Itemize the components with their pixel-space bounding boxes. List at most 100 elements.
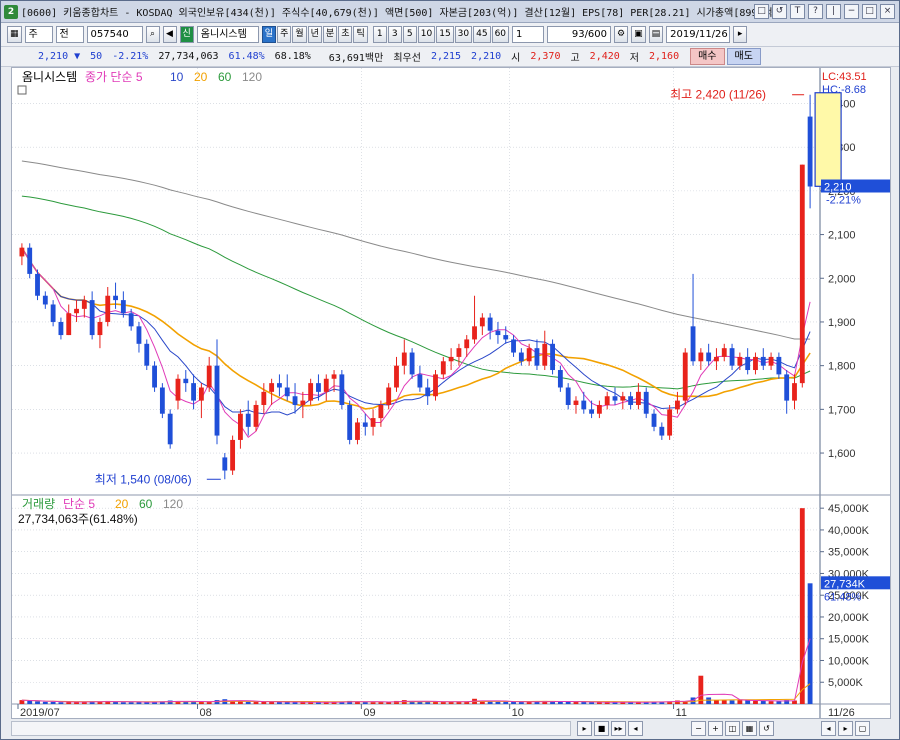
candle-body [425,387,431,397]
period-button-4[interactable]: 분 [322,26,338,43]
candle-body [277,383,282,388]
count-input[interactable]: 93/600 [547,26,612,43]
candle-body [253,404,259,427]
volume-bar [42,701,48,704]
volume-legend-item: 단순 5 [63,497,95,511]
volume-bar [760,700,766,704]
sell-button[interactable]: 매도 [726,48,761,65]
end-icon[interactable]: ▸▸ [611,721,626,736]
candle-body [120,300,126,314]
interval-button-1[interactable]: 3 [387,26,402,43]
next-icon[interactable]: ▸ [733,26,748,43]
volume-legend-item: 60 [139,497,153,511]
candle-body [487,317,493,331]
window-control-6[interactable]: □ [862,4,877,19]
candle-body [448,356,454,362]
interval-button-5[interactable]: 30 [454,26,473,43]
candle-body [706,352,712,362]
zoom-out-icon[interactable]: − [691,721,706,736]
volume-bar [27,700,33,704]
interval-input[interactable]: 1 [512,26,545,43]
candle-body [534,348,540,366]
interval-button-0[interactable]: 1 [372,26,387,43]
candle-body [394,365,399,388]
candle-body [495,330,501,336]
period-button-2[interactable]: 월 [292,26,307,43]
grid-icon[interactable]: ▦ [742,721,757,736]
page-icon[interactable]: ▢ [855,721,870,736]
volume-bar [745,700,751,704]
period-select[interactable]: 전 [55,26,84,43]
ask-price: 2,215 [430,51,462,62]
candle-body [690,326,696,362]
interval-button-4[interactable]: 15 [436,26,454,43]
volume-legend-item: 20 [115,497,129,511]
window-control-5[interactable]: − [844,4,859,19]
next-page-icon[interactable]: ▸ [838,721,853,736]
chart-scrollbar[interactable] [11,721,571,736]
candle-body [128,313,134,327]
prev-icon[interactable]: ◂ [821,721,836,736]
period-button-1[interactable]: 주 [277,26,292,43]
window-control-0[interactable]: □ [754,4,769,19]
window-control-2[interactable]: T [790,4,805,19]
scroll-right-icon[interactable]: ▸ [577,721,592,736]
reset-icon[interactable]: ↺ [759,721,774,736]
calendar-icon[interactable]: ▤ [648,26,664,43]
chart-area[interactable]: 1,6001,7001,8001,9002,0002,1002,2002,300… [11,67,891,719]
low-annotation: 최저 1,540 (08/06) [95,472,192,486]
period-button-6[interactable]: 틱 [353,26,368,43]
window-control-4[interactable]: | [826,4,841,19]
candle-body [456,348,462,357]
volume-bar [799,508,805,704]
interval-button-2[interactable]: 5 [402,26,417,43]
period-button-3[interactable]: 년 [307,26,322,43]
candle-body [370,418,376,427]
interval-button-3[interactable]: 10 [417,26,436,43]
window-control-7[interactable]: × [880,4,895,19]
volume-bar [487,701,493,704]
settings-icon[interactable]: ⚙ [614,26,629,43]
price-legend-item: 옴니시스템 [22,70,77,84]
stock-code-input[interactable]: 057540 [86,26,143,43]
credit-badge: 신 [179,26,194,43]
candle-body [378,404,384,419]
interval-button-7[interactable]: 60 [491,26,510,43]
x-tick-label: 11 [676,707,687,718]
zoom-nav: − + ◫ ▦ ↺ [691,721,774,736]
volume-bar [518,702,524,704]
price-legend-item: 60 [218,70,232,84]
candle-body [479,317,485,327]
candle-body [745,356,751,371]
interval-button-6[interactable]: 45 [473,26,491,43]
candle-body [74,308,79,314]
scroll-left-icon[interactable]: ◂ [628,721,643,736]
fit-icon[interactable]: ◫ [725,721,740,736]
date-input[interactable]: 2019/11/26 [666,26,731,43]
sound-icon[interactable]: ◀ [162,26,177,43]
buy-button[interactable]: 매수 [690,48,725,65]
candle-body [386,387,392,405]
volume-bar [261,701,267,704]
hc-label: HC:-8.68 [822,84,866,96]
window-control-3[interactable]: ? [808,4,823,19]
ma120-line [21,160,811,340]
period-button-0[interactable]: 일 [261,26,277,43]
x-tick-label: 09 [363,707,375,718]
volume-bar [120,702,126,704]
candle-body [667,409,673,436]
candle-body [620,396,626,401]
type-select[interactable]: 주 [24,26,53,43]
candle-body [628,396,634,405]
candle-body [503,335,509,340]
stop-icon[interactable]: ■ [594,721,609,736]
candle-body [401,352,407,366]
zoom-in-icon[interactable]: + [708,721,723,736]
layout-icon[interactable]: ▦ [7,26,22,43]
bottom-bar: ▸ ■ ▸▸ ◂ − + ◫ ▦ ↺ ◂ ▸ ▢ [1,719,899,739]
window-control-1[interactable]: ↺ [772,4,787,19]
candle-body [518,352,524,362]
save-icon[interactable]: ▣ [631,26,646,43]
search-icon[interactable]: ⌕ [145,26,160,43]
period-button-5[interactable]: 초 [338,26,353,43]
